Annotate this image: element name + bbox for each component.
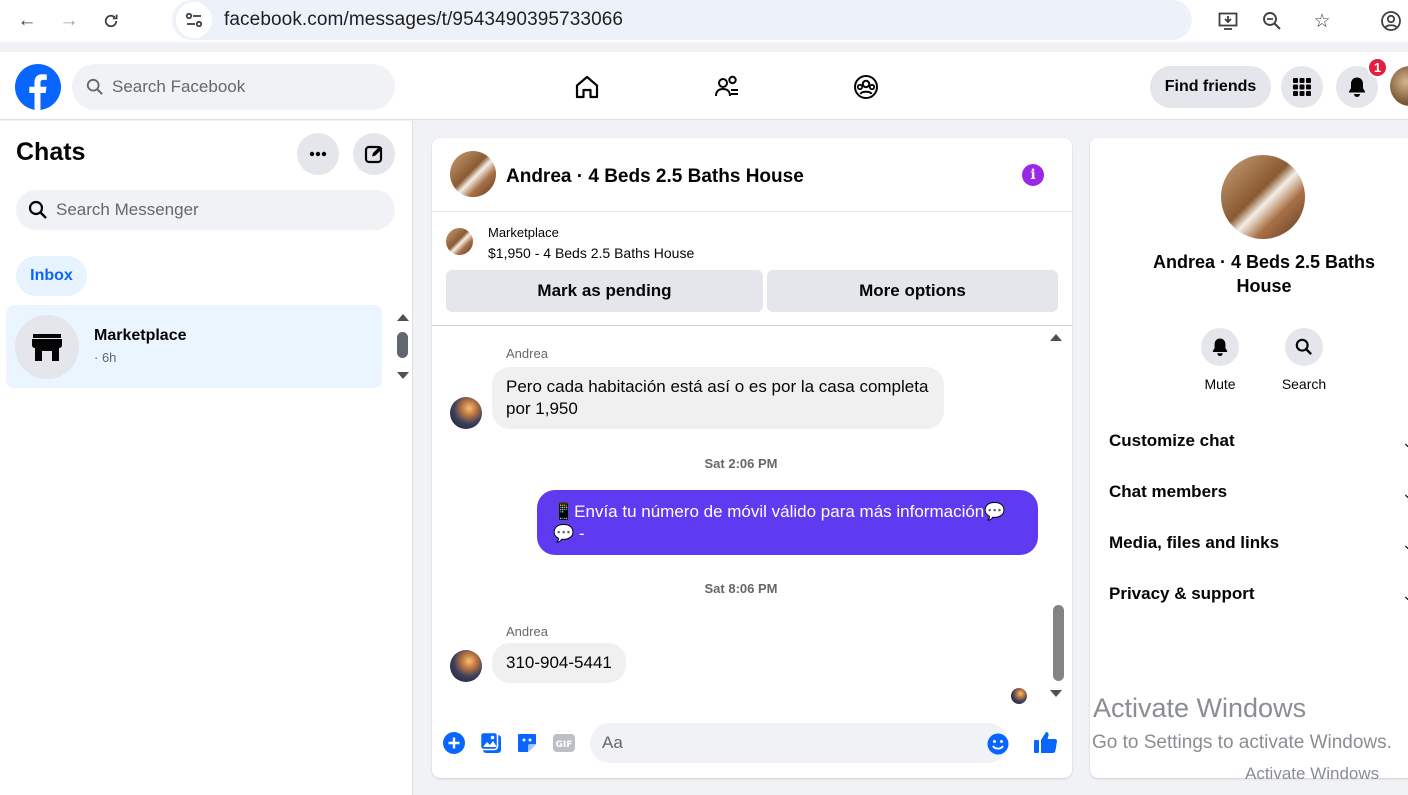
message-composer[interactable] xyxy=(590,723,1009,763)
windows-activation-watermark-secondary: Activate Windows xyxy=(1245,764,1380,783)
listing-avatar[interactable] xyxy=(450,151,496,197)
forward-icon[interactable]: → xyxy=(54,6,84,36)
chevron-down-icon[interactable]: ⌄ xyxy=(1402,587,1408,604)
marketplace-label: Marketplace xyxy=(488,225,559,240)
facebook-header: Find friends xyxy=(0,52,1408,120)
info-icon[interactable]: i xyxy=(1022,164,1044,186)
search-icon xyxy=(28,200,47,219)
facebook-search-input[interactable] xyxy=(112,77,362,97)
reload-icon[interactable] xyxy=(96,6,126,36)
more-options-icon[interactable] xyxy=(297,133,339,175)
scroll-down-arrow[interactable] xyxy=(1050,690,1062,697)
chats-sidebar: Chats Inbox Marketplace · 6h xyxy=(0,121,413,795)
tab-inbox[interactable]: Inbox xyxy=(16,256,87,296)
chat-info-panel: Andrea · 4 Beds 2.5 Baths House Mute Sea… xyxy=(1090,138,1408,778)
info-name-line: Andrea · 4 Beds 2.5 Baths xyxy=(1152,252,1376,272)
bookmark-star-icon[interactable]: ☆ xyxy=(1307,6,1337,36)
conversation-title[interactable]: Andrea · 4 Beds 2.5 Baths House xyxy=(506,166,804,188)
message-timestamp: Sat 8:06 PM xyxy=(704,581,778,596)
chat-members-row[interactable]: Chat members xyxy=(1109,482,1227,502)
info-panel-name: Andrea · 4 Beds 2.5 Baths House xyxy=(1120,250,1408,298)
search-icon[interactable] xyxy=(1285,328,1323,366)
windows-activation-hint: Go to Settings to activate Windows. xyxy=(1092,732,1392,753)
menu-grid-icon[interactable] xyxy=(1281,66,1323,108)
new-message-icon[interactable] xyxy=(353,133,395,175)
emoji-icon[interactable] xyxy=(987,733,1009,755)
message-text-line: 📱Envía tu número de móvil válido para má… xyxy=(553,502,1006,521)
search-action[interactable]: Search xyxy=(1274,328,1334,392)
message-input[interactable] xyxy=(602,733,962,753)
marketplace-listing-bar: Marketplace $1,950 - 4 Beds 2.5 Baths Ho… xyxy=(432,212,1072,326)
listing-thumbnail[interactable] xyxy=(446,228,473,255)
customize-chat-row[interactable]: Customize chat xyxy=(1109,431,1235,451)
address-bar[interactable]: facebook.com/messages/t/9543490395733066 xyxy=(172,0,1192,40)
sticker-icon[interactable] xyxy=(515,731,539,755)
chevron-down-icon[interactable]: ⌄ xyxy=(1402,485,1408,502)
marketplace-store-icon xyxy=(15,315,79,379)
notification-badge: 1 xyxy=(1367,57,1388,78)
chevron-down-icon[interactable]: ⌄ xyxy=(1402,434,1408,451)
gif-icon[interactable]: GIF xyxy=(552,731,576,755)
search-icon xyxy=(86,78,103,95)
info-name-line: House xyxy=(1236,276,1292,296)
message-text-line: Pero cada habitación está así o es por l… xyxy=(506,377,929,396)
message-text-line: por 1,950 xyxy=(506,399,578,418)
search-label: Search xyxy=(1281,376,1327,392)
message-bubble-incoming[interactable]: 310-904-5441 xyxy=(492,643,626,683)
sender-avatar[interactable] xyxy=(450,650,482,682)
mute-action[interactable]: Mute xyxy=(1190,328,1250,392)
chat-list-item[interactable]: Marketplace · 6h xyxy=(6,305,382,388)
messenger-search[interactable] xyxy=(16,190,395,230)
site-settings-icon[interactable] xyxy=(176,2,212,38)
home-icon[interactable] xyxy=(566,66,608,108)
facebook-logo-icon[interactable] xyxy=(15,64,61,110)
scroll-up-arrow[interactable] xyxy=(397,314,409,321)
zoom-icon[interactable] xyxy=(1257,6,1287,36)
url-text: facebook.com/messages/t/9543490395733066 xyxy=(224,9,624,30)
message-bubble-outgoing[interactable]: 📱Envía tu número de móvil válido para má… xyxy=(537,490,1038,555)
privacy-support-row[interactable]: Privacy & support xyxy=(1109,584,1255,604)
sender-name: Andrea xyxy=(506,346,548,361)
groups-icon[interactable] xyxy=(845,66,887,108)
seen-avatar xyxy=(1011,688,1027,704)
windows-activation-watermark: Activate Windows xyxy=(1093,693,1307,723)
messenger-search-input[interactable] xyxy=(56,200,376,220)
conversation-panel: Andrea · 4 Beds 2.5 Baths House i Market… xyxy=(432,138,1072,778)
profile-icon[interactable] xyxy=(1376,6,1406,36)
message-text-line: 💬 - xyxy=(553,524,585,543)
chats-title: Chats xyxy=(16,138,86,166)
message-bubble-incoming[interactable]: Pero cada habitación está así o es por l… xyxy=(492,367,944,429)
chat-name: Marketplace xyxy=(94,327,187,344)
photo-icon[interactable] xyxy=(479,731,503,755)
listing-title[interactable]: $1,950 - 4 Beds 2.5 Baths House xyxy=(488,245,694,261)
plus-circle-icon[interactable] xyxy=(442,731,466,755)
message-text: 310-904-5441 xyxy=(506,653,612,672)
scroll-down-arrow[interactable] xyxy=(397,372,409,379)
browser-toolbar: ← → facebook.com/messages/t/954349039573… xyxy=(0,0,1408,42)
install-app-icon[interactable] xyxy=(1213,6,1243,36)
conversation-header: Andrea · 4 Beds 2.5 Baths House i xyxy=(432,138,1072,212)
bell-icon[interactable] xyxy=(1201,328,1239,366)
find-friends-button[interactable]: Find friends xyxy=(1150,66,1271,108)
message-timestamp: Sat 2:06 PM xyxy=(704,456,778,471)
friends-icon[interactable] xyxy=(706,66,748,108)
mark-as-pending-button[interactable]: Mark as pending xyxy=(446,270,763,312)
back-icon[interactable]: ← xyxy=(12,6,42,36)
svg-text:GIF: GIF xyxy=(556,740,573,750)
profile-picture[interactable] xyxy=(1221,155,1305,239)
scrollbar-thumb[interactable] xyxy=(1053,605,1064,681)
more-options-button[interactable]: More options xyxy=(767,270,1058,312)
chevron-down-icon[interactable]: ⌄ xyxy=(1402,536,1408,553)
like-thumb-icon[interactable] xyxy=(1032,728,1060,756)
mute-label: Mute xyxy=(1204,376,1236,392)
scroll-up-arrow[interactable] xyxy=(1050,334,1062,341)
sender-name: Andrea xyxy=(506,624,548,639)
chat-time: · 6h xyxy=(94,350,117,365)
scrollbar-thumb[interactable] xyxy=(397,332,408,358)
media-files-links-row[interactable]: Media, files and links xyxy=(1109,533,1279,553)
facebook-search[interactable] xyxy=(72,64,395,110)
sender-avatar[interactable] xyxy=(450,397,482,429)
